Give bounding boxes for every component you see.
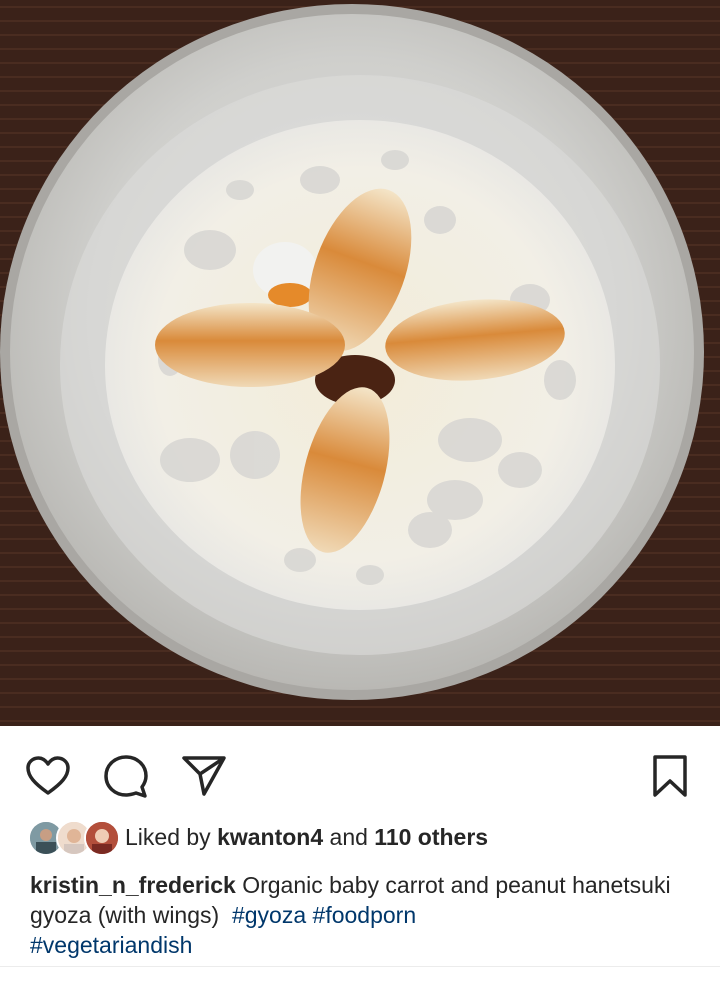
others-count[interactable]: 110 others xyxy=(374,824,488,850)
likes-prefix: Liked by xyxy=(125,824,218,850)
post-caption: kristin_n_frederick Organic baby carrot … xyxy=(30,870,700,960)
save-button[interactable] xyxy=(646,752,694,800)
hashtag-link[interactable]: #foodporn xyxy=(313,902,417,928)
likes-summary: Liked by kwanton4 and 110 others xyxy=(125,824,488,851)
post-actions-bar xyxy=(0,726,720,816)
liker-username[interactable]: kwanton4 xyxy=(217,824,323,850)
divider xyxy=(0,966,720,967)
like-button[interactable] xyxy=(24,752,72,800)
comment-bubble-icon xyxy=(104,755,148,798)
likes-row[interactable]: Liked by kwanton4 and 110 others xyxy=(0,818,720,858)
gyoza-dish-illustration xyxy=(0,0,720,726)
likes-middle: and xyxy=(323,824,375,850)
heart-outline-icon xyxy=(26,756,70,795)
caption-username[interactable]: kristin_n_frederick xyxy=(30,872,236,898)
comment-button[interactable] xyxy=(102,752,150,800)
paper-plane-icon xyxy=(182,756,226,796)
bookmark-outline-icon xyxy=(653,755,687,797)
hashtag-link[interactable]: #vegetariandish xyxy=(30,932,192,958)
hashtag-link[interactable]: #gyoza xyxy=(232,902,306,928)
avatar xyxy=(84,820,120,856)
share-button[interactable] xyxy=(180,752,228,800)
liker-avatars xyxy=(28,820,120,856)
post-photo[interactable] xyxy=(0,0,720,726)
